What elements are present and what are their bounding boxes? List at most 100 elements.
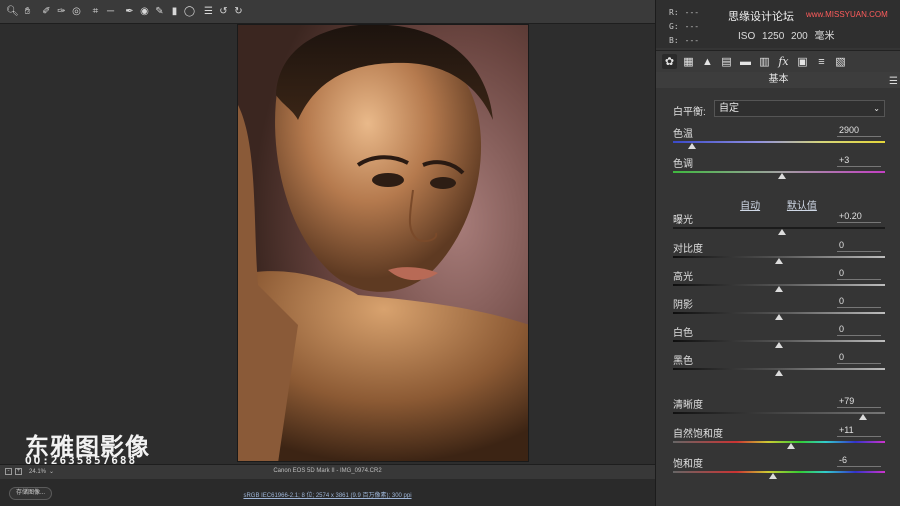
slider-tint-value[interactable]: +3 xyxy=(837,155,881,167)
slider-highlights-label: 高光 xyxy=(673,272,693,283)
slider-temperature-track[interactable] xyxy=(673,141,885,143)
slider-vibrance-track[interactable] xyxy=(673,441,885,443)
basic-tab-icon[interactable]: ✿ xyxy=(662,54,677,69)
section-header: 基本 ☰ xyxy=(656,72,900,88)
slider-clarity-label: 清晰度 xyxy=(673,400,703,411)
target-adjust-icon[interactable]: ◎ xyxy=(70,5,83,18)
slider-shadows-handle[interactable] xyxy=(775,314,783,320)
section-title: 基本 xyxy=(768,74,789,85)
preview-canvas[interactable]: 东雅图影像 QQ:2635857688 xyxy=(0,24,655,467)
white-balance-value: 自定 xyxy=(719,103,739,114)
hsl-tab-icon[interactable]: ▤ xyxy=(719,54,734,69)
slider-blacks-value[interactable]: 0 xyxy=(837,352,881,364)
slider-vibrance-value[interactable]: +11 xyxy=(837,425,881,437)
slider-contrast: 对比度 0 xyxy=(673,240,885,268)
slider-saturation-value[interactable]: -6 xyxy=(837,455,881,467)
slider-tint: 色调 +3 xyxy=(673,155,885,183)
effects-tab-icon[interactable]: fx xyxy=(776,54,791,69)
detail-tab-icon[interactable]: ▲ xyxy=(700,54,715,69)
camera-calibration-tab-icon[interactable]: ▣ xyxy=(795,54,810,69)
tone-curve-tab-icon[interactable]: ▦ xyxy=(681,54,696,69)
auto-default-row: 自动 默认值 xyxy=(656,197,900,212)
snapshots-tab-icon[interactable]: ▧ xyxy=(833,54,848,69)
slider-saturation-track[interactable] xyxy=(673,471,885,473)
slider-vibrance: 自然饱和度 +11 xyxy=(673,425,885,453)
slider-temperature-handle[interactable] xyxy=(688,143,697,149)
radial-filter-icon[interactable]: ◯ xyxy=(183,5,196,18)
color-sampler-icon[interactable]: ✑ xyxy=(55,5,68,18)
slider-exposure: 曝光 +0.20 xyxy=(673,211,885,239)
g-value: --- xyxy=(684,22,700,31)
g-label: G: xyxy=(669,22,679,31)
slider-saturation-label: 饱和度 xyxy=(673,459,703,470)
crop-icon[interactable]: ⌗ xyxy=(89,5,102,18)
spot-removal-icon[interactable]: ✒ xyxy=(123,5,136,18)
graduated-filter-icon[interactable]: ▮ xyxy=(168,5,181,18)
slider-highlights: 高光 0 xyxy=(673,268,885,296)
status-bar: - + 24.1% ⌄ Canon EOS 5D Mark II - IMG_0… xyxy=(0,464,655,479)
r-label: R: xyxy=(669,8,679,17)
slider-saturation: 饱和度 -6 xyxy=(673,455,885,483)
slider-exposure-value[interactable]: +0.20 xyxy=(837,211,881,223)
b-label: B: xyxy=(669,36,679,45)
split-toning-tab-icon[interactable]: ▬ xyxy=(738,54,753,69)
b-value: --- xyxy=(684,36,700,45)
camera-info: ISO 1250 200 毫米 xyxy=(738,31,835,42)
slider-vibrance-handle[interactable] xyxy=(786,443,795,449)
photo-preview[interactable] xyxy=(237,24,529,462)
slider-exposure-handle[interactable] xyxy=(778,229,787,235)
slider-temperature-label: 色温 xyxy=(673,129,693,140)
slider-highlights-handle[interactable] xyxy=(775,286,783,292)
watermark-url: www.MISSYUAN.COM xyxy=(806,10,888,19)
straighten-icon[interactable]: ─ xyxy=(104,5,117,18)
slider-tint-handle[interactable] xyxy=(778,173,787,179)
slider-whites-value[interactable]: 0 xyxy=(837,324,881,336)
histogram: R: --- G: --- B: --- 思缘设计论坛 www.MISSYUAN.CO… xyxy=(656,0,900,48)
slider-blacks: 黑色 0 xyxy=(673,352,885,380)
slider-clarity-value[interactable]: +79 xyxy=(837,396,881,408)
white-balance-label: 白平衡: xyxy=(673,107,706,118)
slider-contrast-handle[interactable] xyxy=(775,258,783,264)
slider-tint-label: 色调 xyxy=(673,159,693,170)
white-balance-select[interactable]: 自定 ⌄ xyxy=(714,100,885,117)
rgb-readout: R: --- G: --- B: --- xyxy=(669,6,699,48)
slider-vibrance-label: 自然饱和度 xyxy=(673,429,723,440)
slider-blacks-handle[interactable] xyxy=(775,370,783,376)
file-name: Canon EOS 5D Mark II - IMG_0974.CR2 xyxy=(273,468,382,474)
slider-clarity-handle[interactable] xyxy=(858,414,867,420)
rotate-right-icon[interactable]: ↻ xyxy=(232,5,245,18)
slider-highlights-value[interactable]: 0 xyxy=(837,268,881,280)
rotate-left-icon[interactable]: ↺ xyxy=(217,5,230,18)
watermark-site: 思缘设计论坛 xyxy=(728,10,794,23)
r-value: --- xyxy=(684,8,700,17)
portrait-image xyxy=(238,25,528,461)
slider-saturation-handle[interactable] xyxy=(768,473,777,479)
slider-clarity-track[interactable] xyxy=(673,412,885,414)
slider-whites-handle[interactable] xyxy=(775,342,783,348)
slider-contrast-value[interactable]: 0 xyxy=(837,240,881,252)
chevron-down-icon: ⌄ xyxy=(873,104,880,113)
zoom-icon[interactable]: 🔍︎ xyxy=(6,5,19,18)
preferences-icon[interactable]: ☰ xyxy=(202,5,215,18)
workflow-options-link[interactable]: sRGB IEC61966-2.1; 8 位; 2574 x 3861 (9.9… xyxy=(0,490,655,499)
slider-contrast-label: 对比度 xyxy=(673,244,703,255)
slider-shadows-value[interactable]: 0 xyxy=(837,296,881,308)
slider-temperature-value[interactable]: 2900 xyxy=(837,125,881,137)
slider-whites-label: 白色 xyxy=(673,328,693,339)
adjustment-panel: R: --- G: --- B: --- 思缘设计论坛 www.MISSYUAN.CO… xyxy=(655,0,900,506)
white-balance-icon[interactable]: ✐ xyxy=(40,5,53,18)
slider-blacks-label: 黑色 xyxy=(673,356,693,367)
lens-tab-icon[interactable]: ▥ xyxy=(757,54,772,69)
hand-icon[interactable]: ✋︎ xyxy=(21,5,34,18)
red-eye-icon[interactable]: ◉ xyxy=(138,5,151,18)
slider-shadows-label: 阴影 xyxy=(673,300,693,311)
slider-exposure-label: 曝光 xyxy=(673,215,693,226)
panel-tabs: ✿ ▦ ▲ ▤ ▬ ▥ fx ▣ ≡ ▧ xyxy=(656,50,900,72)
presets-tab-icon[interactable]: ≡ xyxy=(814,54,829,69)
adjustment-brush-icon[interactable]: ✎ xyxy=(153,5,166,18)
panel-menu-icon[interactable]: ☰ xyxy=(889,74,898,90)
toolbar: 🔍︎ ✋︎ ✐ ✑ ◎ ⌗ ─ ✒ ◉ ✎ ▮ ◯ ☰ ↺ ↻ xyxy=(0,0,655,24)
footer: 存储图像... sRGB IEC61966-2.1; 8 位; 2574 x 3… xyxy=(0,479,655,506)
slider-shadows: 阴影 0 xyxy=(673,296,885,324)
slider-whites: 白色 0 xyxy=(673,324,885,352)
